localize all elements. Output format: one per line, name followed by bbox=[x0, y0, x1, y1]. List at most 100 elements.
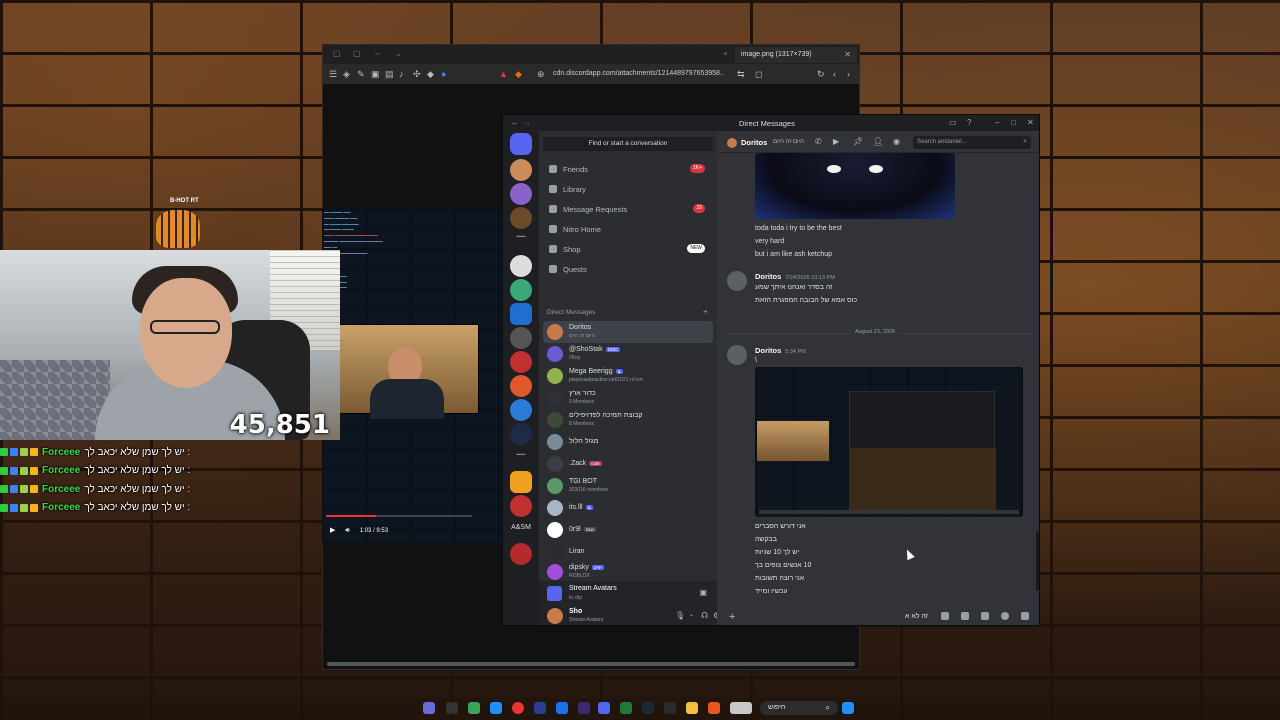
volume-icon[interactable]: 🔊︎ bbox=[345, 527, 349, 534]
back-icon[interactable]: ‹ bbox=[833, 69, 836, 79]
mic-options-chevron-icon[interactable]: ⌄ bbox=[689, 611, 694, 618]
add-friend-icon[interactable]: 👤︎ bbox=[873, 138, 883, 146]
steam-icon[interactable] bbox=[642, 702, 654, 714]
server-icon[interactable] bbox=[510, 207, 532, 229]
server-icon[interactable] bbox=[510, 279, 532, 301]
tab-close-icon[interactable]: ✕ bbox=[844, 50, 851, 59]
after-effects-icon[interactable] bbox=[534, 702, 546, 714]
message-avatar[interactable] bbox=[727, 271, 747, 291]
chat-scrollbar[interactable] bbox=[1036, 531, 1039, 591]
composer-input-text[interactable]: זה לא א bbox=[905, 613, 928, 620]
taskbar-app-icon[interactable] bbox=[490, 702, 502, 714]
address-bar[interactable]: cdn.discordapp.com/attachments/121448979… bbox=[553, 67, 723, 81]
server-icon[interactable] bbox=[510, 183, 532, 205]
message-author[interactable]: Doritos bbox=[755, 272, 781, 281]
server-icon[interactable] bbox=[510, 471, 532, 493]
stream-avatars-activity[interactable]: Stream Avatars to clip ▣ bbox=[539, 581, 717, 605]
attach-plus-icon[interactable]: + bbox=[729, 611, 735, 623]
nav-shop[interactable]: Shop NEW bbox=[543, 241, 713, 257]
dm-item[interactable]: מגזל חלול bbox=[543, 431, 713, 453]
browser-tab-image[interactable]: image.png (1317×739) ✕ bbox=[735, 47, 857, 63]
server-icon[interactable] bbox=[510, 375, 532, 397]
workspaces-icon[interactable]: ▢ bbox=[353, 49, 361, 58]
sidebar-icon[interactable]: ▣ bbox=[371, 69, 380, 79]
dm-item[interactable]: its.lll IL bbox=[543, 497, 713, 519]
forward-arrow-icon[interactable]: → bbox=[523, 118, 531, 127]
dm-item[interactable]: כדור ארץ 3 Members bbox=[543, 387, 713, 409]
extension-icon[interactable]: ✎ bbox=[357, 69, 365, 79]
server-icon[interactable] bbox=[510, 255, 532, 277]
screen-share-icon[interactable]: ▣ bbox=[699, 588, 707, 597]
voice-call-icon[interactable]: ✆ bbox=[815, 138, 822, 146]
play-icon[interactable]: ▶ bbox=[330, 527, 335, 534]
find-conversation-button[interactable]: Find or start a conversation bbox=[543, 137, 713, 151]
anime-image-attachment[interactable] bbox=[755, 153, 955, 219]
nav-nitro-home[interactable]: Nitro Home bbox=[543, 221, 713, 237]
site-info-icon[interactable]: ⊕ bbox=[537, 69, 545, 79]
minus-icon[interactable]: – bbox=[375, 49, 379, 58]
emoji-icon[interactable] bbox=[1001, 612, 1009, 620]
sticker-icon[interactable] bbox=[981, 612, 989, 620]
screenshot-image-attachment[interactable] bbox=[755, 367, 1023, 517]
premiere-icon[interactable] bbox=[578, 702, 590, 714]
dm-item[interactable]: קבוצת תמיכה לפדויפילים 8 Members bbox=[543, 409, 713, 431]
tab-list-icon[interactable]: ▢ bbox=[333, 49, 341, 58]
forward-icon[interactable]: › bbox=[847, 69, 850, 79]
user-avatar[interactable] bbox=[547, 608, 563, 624]
taskbar-search[interactable]: חיפוש ⌕ bbox=[760, 701, 838, 715]
nav-quests[interactable]: Quests bbox=[543, 261, 713, 277]
reload-icon[interactable]: ↻ bbox=[817, 69, 825, 79]
server-icon[interactable] bbox=[510, 159, 532, 181]
discord-taskbar-icon[interactable] bbox=[598, 702, 610, 714]
profile-icon[interactable]: ◉ bbox=[893, 138, 900, 146]
taskbar-app-icon[interactable] bbox=[468, 702, 480, 714]
bookmark-icon[interactable]: ◻ bbox=[755, 69, 762, 79]
translate-icon[interactable]: ⇆ bbox=[737, 69, 745, 79]
new-dm-plus-icon[interactable]: + bbox=[703, 307, 708, 316]
pin-icon[interactable]: 📌︎ bbox=[853, 138, 863, 146]
nav-friends[interactable]: Friends 1K+ bbox=[543, 161, 713, 177]
message-avatar[interactable] bbox=[727, 345, 747, 365]
server-icon[interactable] bbox=[510, 303, 532, 325]
gift-icon[interactable] bbox=[941, 612, 949, 620]
taskbar-app-icon[interactable] bbox=[423, 702, 435, 714]
nav-message-requests[interactable]: Message Requests 29 bbox=[543, 201, 713, 217]
chrome-icon[interactable] bbox=[512, 702, 524, 714]
dm-item[interactable]: Liran bbox=[543, 541, 713, 563]
back-arrow-icon[interactable]: ← bbox=[511, 118, 519, 127]
brave-icon[interactable] bbox=[708, 702, 720, 714]
terminal-icon[interactable] bbox=[446, 702, 458, 714]
minimize-icon[interactable]: – bbox=[995, 118, 999, 127]
dm-item[interactable]: .Zack cute bbox=[543, 453, 713, 475]
photoshop-icon[interactable] bbox=[556, 702, 568, 714]
discord-home-icon[interactable] bbox=[510, 133, 532, 155]
new-tab-icon[interactable]: + bbox=[723, 49, 728, 58]
gif-icon[interactable] bbox=[961, 612, 969, 620]
taskbar-app-icon[interactable] bbox=[664, 702, 676, 714]
taskbar-app-icon[interactable] bbox=[620, 702, 632, 714]
server-icon[interactable] bbox=[510, 543, 532, 565]
vpn-icon[interactable]: ● bbox=[441, 69, 446, 79]
dm-item[interactable]: TGI BOT 323016 members bbox=[543, 475, 713, 497]
nav-library[interactable]: Library bbox=[543, 181, 713, 197]
menu-icon[interactable]: ☰ bbox=[329, 69, 337, 79]
puzzle-icon[interactable]: ✣ bbox=[413, 69, 421, 79]
message-author[interactable]: Doritos bbox=[755, 346, 781, 355]
dm-item[interactable]: 0r9l נננה bbox=[543, 519, 713, 541]
apps-icon[interactable] bbox=[1021, 612, 1029, 620]
message-composer[interactable]: + זה לא א bbox=[725, 611, 1033, 625]
chevron-down-icon[interactable]: ⌄ bbox=[395, 49, 402, 58]
windows-start-icon[interactable] bbox=[842, 702, 854, 714]
horizontal-scrollbar[interactable] bbox=[327, 662, 855, 666]
shield-icon[interactable]: ◈ bbox=[343, 69, 350, 79]
server-icon[interactable] bbox=[510, 327, 532, 349]
file-explorer-icon[interactable] bbox=[686, 702, 698, 714]
inbox-icon[interactable]: ▭ bbox=[949, 118, 957, 127]
close-icon[interactable]: ✕ bbox=[1027, 118, 1034, 127]
dm-item[interactable]: @ShoStak DISC 2Key bbox=[543, 343, 713, 365]
dm-item[interactable]: Mega Beerigg IL playisraelpractice.net/פע… bbox=[543, 365, 713, 387]
reader-icon[interactable]: ▤ bbox=[385, 69, 394, 79]
music-icon[interactable]: ♪ bbox=[399, 69, 404, 79]
server-icon[interactable] bbox=[510, 495, 532, 517]
dm-item-doritos[interactable]: Doritos היום זה היום bbox=[543, 321, 713, 343]
